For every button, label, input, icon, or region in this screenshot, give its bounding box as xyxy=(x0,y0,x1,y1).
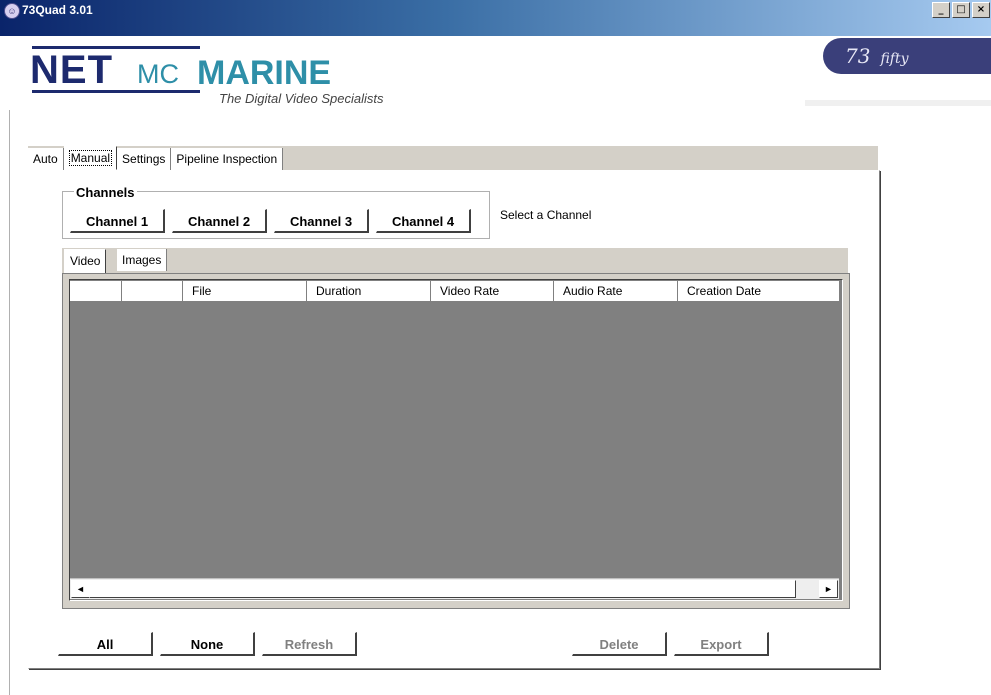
minimize-button[interactable]: _ xyxy=(932,2,950,18)
column-header-file[interactable]: File xyxy=(183,281,307,301)
tab-auto[interactable]: Auto xyxy=(28,148,64,170)
column-header-video-rate[interactable]: Video Rate xyxy=(431,281,554,301)
tab-video[interactable]: Video xyxy=(64,249,107,274)
company-logo: NET MC MARINE The Digital Video Speciali… xyxy=(30,44,430,114)
column-header-creation-date[interactable]: Creation Date xyxy=(678,281,839,301)
channel-4-button[interactable]: Channel 4 xyxy=(376,209,471,233)
delete-button[interactable]: Delete xyxy=(572,632,667,656)
channel-3-button[interactable]: Channel 3 xyxy=(274,209,369,233)
column-header-audio-rate[interactable]: Audio Rate xyxy=(554,281,678,301)
export-button[interactable]: Export xyxy=(674,632,769,656)
none-button[interactable]: None xyxy=(160,632,255,656)
logo-tagline: The Digital Video Specialists xyxy=(219,91,384,106)
window-controls: _ □ × xyxy=(931,0,991,18)
column-header-icon[interactable] xyxy=(122,281,183,301)
brand-badge-number: 73 xyxy=(845,44,871,68)
tab-images[interactable]: Images xyxy=(117,249,168,271)
scroll-left-icon[interactable]: ◄ xyxy=(71,580,90,598)
tab-manual[interactable]: Manual xyxy=(63,146,118,170)
logo-net: NET xyxy=(30,48,113,92)
channel-1-button[interactable]: Channel 1 xyxy=(70,209,165,233)
refresh-button[interactable]: Refresh xyxy=(262,632,357,656)
tab-settings[interactable]: Settings xyxy=(117,148,172,170)
title-bar: ☺ 73Quad 3.01 _ □ × xyxy=(0,0,991,36)
tab-pipeline-inspection[interactable]: Pipeline Inspection xyxy=(171,148,284,170)
window-title: 73Quad 3.01 xyxy=(22,3,93,17)
column-header-select[interactable] xyxy=(70,281,122,301)
maximize-button[interactable]: □ xyxy=(952,2,970,18)
scroll-right-icon[interactable]: ► xyxy=(819,580,838,598)
video-grid[interactable] xyxy=(69,279,843,601)
channels-legend: Channels xyxy=(74,185,137,200)
main-tabs: Auto Manual Settings Pipeline Inspection xyxy=(28,146,284,170)
channel-status: Select a Channel xyxy=(500,208,592,222)
channel-2-button[interactable]: Channel 2 xyxy=(172,209,267,233)
grid-header: File Duration Video Rate Audio Rate Crea… xyxy=(70,281,839,301)
brand-badge: 73 fifty xyxy=(823,38,991,74)
all-button[interactable]: All xyxy=(58,632,153,656)
logo-marine: MARINE xyxy=(197,54,332,92)
header-strip xyxy=(805,100,991,106)
column-header-duration[interactable]: Duration xyxy=(307,281,431,301)
scroll-thumb[interactable] xyxy=(89,580,796,598)
tab-manual-label: Manual xyxy=(68,150,113,166)
brand-badge-sub: fifty xyxy=(880,51,909,67)
sub-tabstrip xyxy=(62,248,848,273)
app-icon[interactable]: ☺ xyxy=(4,3,20,19)
left-border xyxy=(9,110,10,695)
logo-mc: MC xyxy=(137,59,179,89)
close-button[interactable]: × xyxy=(972,2,990,18)
horizontal-scrollbar[interactable]: ◄ ► xyxy=(70,578,839,599)
